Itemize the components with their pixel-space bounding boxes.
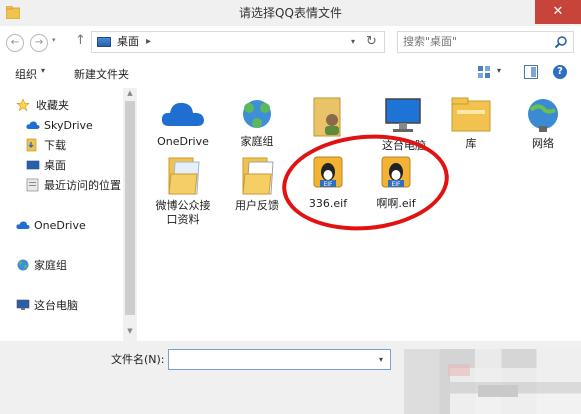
filename-input[interactable] <box>168 349 391 370</box>
file-item-user-folder[interactable] <box>288 96 368 141</box>
file-item-weibo-folder[interactable]: 微博公众接口资料 <box>143 154 223 227</box>
desktop-icon <box>97 37 111 47</box>
breadcrumb-chevron-icon[interactable]: ▸ <box>146 31 151 53</box>
file-item-homegroup[interactable]: 家庭组 <box>217 96 297 149</box>
folder-icon <box>168 157 200 195</box>
cloud-icon <box>16 221 30 229</box>
filename-label: 文件名(N): <box>111 353 165 366</box>
sidebar-item-label: 家庭组 <box>34 259 67 272</box>
search-placeholder: 搜索"桌面" <box>403 35 458 48</box>
file-label: 家庭组 <box>240 135 274 148</box>
file-label: OneDrive <box>157 135 209 148</box>
close-icon: ✕ <box>552 4 564 19</box>
sidebar-item-label: 下载 <box>44 139 66 152</box>
homegroup-icon <box>17 259 29 271</box>
recent-locations-dropdown[interactable]: ▾ <box>52 36 56 44</box>
preview-pane-icon[interactable] <box>524 65 538 79</box>
forward-button[interactable]: → <box>30 34 48 52</box>
sidebar-item-label: OneDrive <box>34 219 86 232</box>
scroll-up-arrow[interactable]: ▲ <box>124 89 136 97</box>
scroll-down-arrow[interactable]: ▼ <box>124 327 136 335</box>
view-options-icon[interactable] <box>477 65 491 79</box>
view-dropdown-icon[interactable]: ▾ <box>497 66 501 75</box>
sidebar-item-label: SkyDrive <box>44 119 93 132</box>
close-button[interactable]: ✕ <box>535 0 581 24</box>
new-folder-button[interactable]: 新建文件夹 <box>74 66 129 82</box>
address-dropdown-button[interactable]: ▾ <box>351 31 355 53</box>
address-breadcrumb[interactable]: 桌面 <box>117 31 139 53</box>
filename-dropdown-icon[interactable]: ▾ <box>379 351 383 369</box>
computer-icon <box>385 98 421 132</box>
blurred-region <box>448 364 470 376</box>
onedrive-icon <box>161 102 204 126</box>
library-icon <box>451 97 491 132</box>
file-item-network[interactable]: 网络 <box>503 96 581 151</box>
up-button[interactable]: ↑ <box>75 33 86 48</box>
sidebar-item-label: 最近访问的位置 <box>44 179 121 192</box>
search-icon[interactable] <box>554 35 568 49</box>
back-button[interactable]: ← <box>6 34 24 52</box>
sidebar-item-label: 收藏夹 <box>36 99 69 112</box>
computer-icon <box>16 299 30 310</box>
chevron-down-icon[interactable]: ▾ <box>41 66 45 75</box>
user-folder-icon <box>313 97 341 137</box>
homegroup-icon <box>243 100 271 128</box>
cloud-icon <box>26 121 40 129</box>
file-label: 微博公众接口资料 <box>155 199 211 226</box>
blurred-region <box>478 385 518 397</box>
sidebar-item-label: 这台电脑 <box>34 299 78 312</box>
star-icon <box>16 98 30 112</box>
help-icon[interactable]: ? <box>553 65 567 79</box>
file-item-onedrive[interactable]: OneDrive <box>143 96 223 149</box>
recent-places-icon <box>26 178 39 192</box>
network-icon <box>528 99 558 132</box>
refresh-button[interactable]: ↻ <box>366 31 377 53</box>
file-label: 网络 <box>532 137 554 150</box>
folder-icon <box>242 157 274 195</box>
file-item-library[interactable]: 库 <box>431 96 511 151</box>
sidebar-scrollbar-thumb[interactable] <box>125 101 135 315</box>
window-title: 请选择QQ表情文件 <box>239 6 342 20</box>
file-label: 库 <box>465 137 477 150</box>
sidebar-item-label: 桌面 <box>44 159 66 172</box>
desktop-icon <box>26 160 40 170</box>
download-folder-icon <box>26 138 37 152</box>
organize-button[interactable]: 组织 <box>15 66 37 82</box>
